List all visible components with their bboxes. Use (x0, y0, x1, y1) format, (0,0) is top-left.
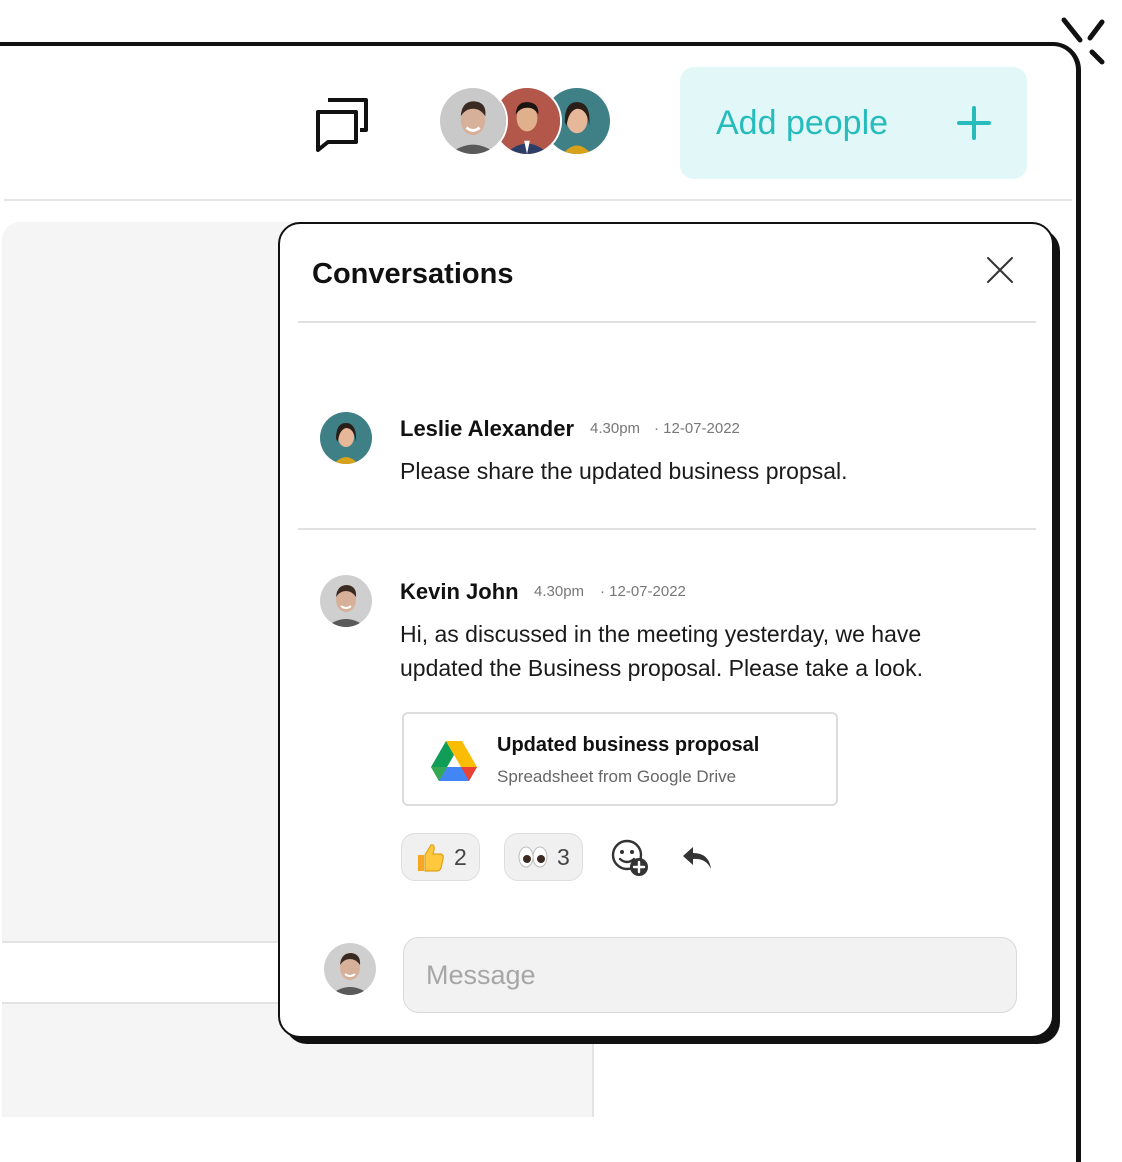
panel-title: Conversations (312, 258, 514, 290)
divider (298, 528, 1036, 530)
plus-icon (957, 106, 991, 140)
close-icon[interactable] (980, 250, 1020, 290)
header-divider (4, 199, 1072, 201)
message-time: 4.30pm (534, 583, 585, 600)
current-user-avatar (324, 943, 376, 995)
attachment-card[interactable]: Updated business proposal Spreadsheet fr… (402, 712, 838, 806)
participant-avatars[interactable] (438, 86, 613, 160)
thumbs-up-icon (418, 844, 444, 872)
conversations-panel: Conversations Leslie Alexander 4.30pm · … (278, 222, 1054, 1038)
message-date: · 12-07-2022 (654, 420, 740, 437)
reaction-count: 3 (557, 843, 570, 870)
message-author: Leslie Alexander (400, 416, 575, 441)
google-drive-icon (431, 741, 477, 781)
message-item: Kevin John 4.30pm · 12-07-2022 Hi, as di… (320, 575, 1010, 695)
divider (298, 321, 1036, 323)
reaction-thumbs-up[interactable]: 2 (401, 833, 480, 881)
message-text: Hi, as discussed in the meeting yesterda… (400, 621, 923, 681)
attachment-subtitle: Spreadsheet from Google Drive (497, 767, 737, 786)
message-item: Leslie Alexander 4.30pm · 12-07-2022 Ple… (320, 412, 1010, 492)
avatar (320, 575, 372, 627)
avatar (438, 86, 508, 156)
message-time: 4.30pm (590, 420, 641, 437)
message-input[interactable] (403, 937, 1017, 1013)
message-author: Kevin John (400, 579, 519, 604)
message-text: Please share the updated business propsa… (400, 458, 848, 484)
add-people-label: Add people (716, 103, 889, 142)
reply-icon[interactable] (680, 843, 714, 873)
eyes-icon (518, 846, 548, 868)
avatar (320, 412, 372, 464)
message-date: · 12-07-2022 (600, 583, 686, 600)
add-people-button[interactable]: Add people (680, 67, 1027, 179)
conversations-icon[interactable] (312, 94, 370, 152)
reaction-eyes[interactable]: 3 (504, 833, 583, 881)
attachment-title: Updated business proposal (497, 734, 760, 756)
reaction-count: 2 (454, 843, 467, 870)
divider (2, 941, 292, 943)
add-reaction-icon[interactable] (610, 838, 650, 878)
